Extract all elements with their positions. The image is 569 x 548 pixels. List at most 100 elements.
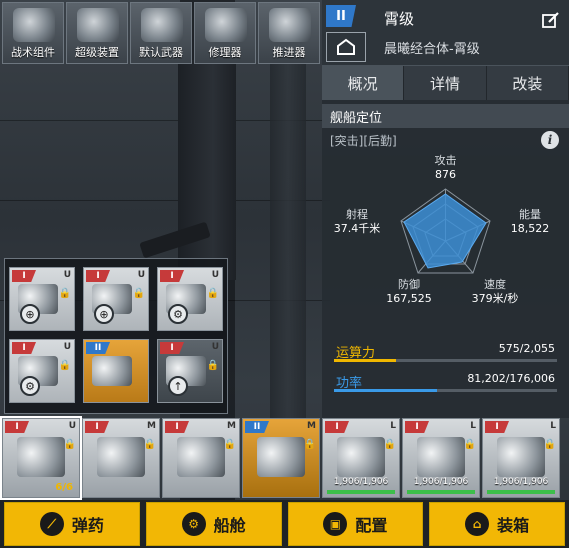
module-option[interactable]: II [83,339,149,403]
durability-bar [407,490,475,494]
tier-badge: I [165,421,189,433]
stat-speed-value: 379米/秒 [471,292,519,305]
capacity-value: 575/2,055 [498,342,555,355]
equipment-slot[interactable]: I L 🔒 1,906/1,906 [402,418,480,498]
category-label: 战术组件 [11,46,55,59]
tier-badge: I [485,421,509,433]
home-button[interactable] [326,32,366,62]
ship-roles: [突击][后勤] i [322,128,569,152]
crate-button[interactable]: ⌂ 装箱 [429,502,565,546]
lock-icon: 🔒 [132,288,145,299]
module-icon [497,437,545,477]
radar-value-area [403,193,487,269]
tab-overview[interactable]: 概况 [322,66,405,100]
home-icon [337,38,355,55]
tier-badge: I [85,421,109,433]
tier-badge: I [325,421,349,433]
stat-energy-label: 能量 [519,208,541,221]
tier-badge: I [86,270,110,282]
durability-text: 1,906/1,906 [413,477,469,487]
crate-icon: ⌂ [465,512,490,536]
ship-name: 霄级 [384,10,415,28]
lock-icon: 🔒 [223,439,236,450]
cabin-button[interactable]: ⚙ 船舱 [145,502,282,546]
stat-defense-label: 防御 [398,278,420,291]
stat-energy: 能量 18,522 [500,208,560,236]
power-bar: 功率 81,202/176,006 [330,366,561,396]
slot-size: U [68,421,76,431]
equipment-slot[interactable]: I L 🔒 1,906/1,906 [322,418,400,498]
stat-range-value: 37.4千米 [333,222,381,235]
module-icon [417,437,465,477]
config-button-label: 配置 [355,516,388,535]
lock-icon: 🔒 [206,360,219,371]
action-bar: ⟋ 弹药 ⚙ 船舱 ▣ 配置 ⌂ 装箱 [0,500,569,548]
module-icon [92,356,132,386]
durability-bar [487,490,555,494]
tier-badge: II [245,421,269,433]
category-tactical-module[interactable]: 战术组件 [2,2,64,64]
tier-badge: II [86,342,110,354]
equipment-slot[interactable]: II M 🔒 [242,418,320,498]
tab-details[interactable]: 详情 [404,66,487,100]
tier-badge: I [160,270,184,282]
category-label: 修理器 [208,46,242,59]
ammo-icon: ⟋ [39,512,64,536]
equipment-slot[interactable]: I M 🔒 [82,418,160,498]
category-label: 默认武器 [139,46,183,59]
module-option[interactable]: I U 🔒 ⚙ [9,339,75,403]
lock-icon: 🔒 [58,288,71,299]
tier-badge: I [5,421,29,433]
durability-text: 1,906/1,906 [493,477,549,487]
repair-device-icon [205,8,247,42]
stats-radar-chart: 攻击 876 能量 18,522 速度 379米/秒 防御 167,525 射程… [322,152,569,332]
config-button[interactable]: ▣ 配置 [287,502,424,546]
info-tabs: 概况 详情 改装 [322,66,569,100]
module-option[interactable]: I U 🔒 ⚙ [157,267,223,331]
lock-icon: 🔒 [463,439,476,450]
equipment-slot[interactable]: I U 🔒 6/6 [0,416,82,500]
ammo-button[interactable]: ⟋ 弹药 [4,502,140,546]
lock-icon: 🔒 [143,439,156,450]
lock-icon: 🔒 [303,439,316,450]
tier-badge: I [405,421,429,433]
edit-icon[interactable] [541,10,561,30]
tier-badge: I [12,270,36,282]
tactical-module-icon [13,8,55,42]
category-super-device[interactable]: 超级装置 [66,2,128,64]
module-option[interactable]: I U 🔒 ⊕ [83,267,149,331]
slot-size: L [550,421,556,431]
slot-size: M [147,421,156,431]
role-text: [突击][后勤] [330,133,397,148]
upgrade-arrow-icon: ↑ [168,376,188,396]
slot-size: L [470,421,476,431]
crate-button-label: 装箱 [497,516,530,535]
tab-refit[interactable]: 改装 [487,66,569,100]
slot-size: L [390,421,396,431]
equipment-category-bar: 战术组件 超级装置 默认武器 修理器 推进器 [0,0,322,66]
ship-info-panel: II 霄级 晨曦经合体-霄级 概况 详情 改装 舰船定位 [突击][后勤] i [322,0,569,418]
module-option[interactable]: I U 🔒 ↑ [157,339,223,403]
cabin-button-label: 船舱 [213,516,246,535]
equipment-slot[interactable]: I L 🔒 1,906/1,906 [482,418,560,498]
stat-attack-value: 876 [435,168,456,181]
lock-icon: 🔒 [383,439,396,450]
category-repair-device[interactable]: 修理器 [194,2,256,64]
tier-badge: I [12,342,36,354]
module-option[interactable]: I U 🔒 ⊕ [9,267,75,331]
category-thruster[interactable]: 推进器 [258,2,320,64]
power-value: 81,202/176,006 [467,372,555,385]
slot-size: M [227,421,236,431]
slot-size: U [211,342,219,352]
equipment-slot[interactable]: I M 🔒 [162,418,240,498]
default-weapon-icon [141,8,183,42]
module-picker-grid: I U 🔒 ⊕ I U 🔒 ⊕ I U 🔒 ⚙ I U 🔒 ⚙ II I U 🔒 ↑ [9,267,223,403]
ship-full-name: 晨曦经合体-霄级 [384,42,480,57]
category-label: 推进器 [272,46,306,59]
slot-size: U [137,270,145,280]
gear-icon: ⚙ [168,304,188,324]
ammo-count: 6/6 [55,482,73,493]
info-icon[interactable]: i [541,131,559,149]
category-default-weapon[interactable]: 默认武器 [130,2,192,64]
capacity-fill [334,359,397,362]
